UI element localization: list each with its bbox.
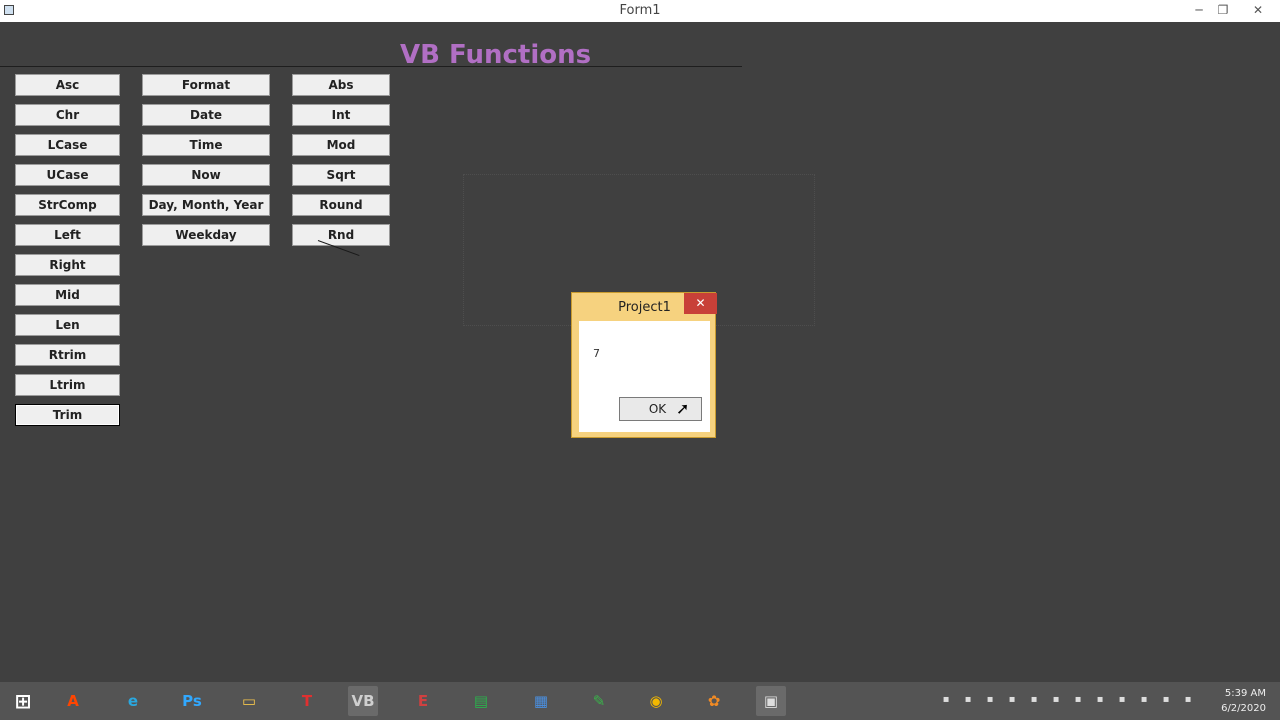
lcase-button[interactable]: LCase bbox=[15, 134, 120, 156]
chr-button[interactable]: Chr bbox=[15, 104, 120, 126]
document-icon[interactable]: ▦ bbox=[526, 686, 556, 716]
paint-app-icon[interactable]: ✿ bbox=[699, 686, 729, 716]
left-button[interactable]: Left bbox=[15, 224, 120, 246]
mid-button[interactable]: Mid bbox=[15, 284, 120, 306]
mouse-cursor-icon: ➚ bbox=[676, 399, 690, 418]
clock-date: 6/2/2020 bbox=[1221, 703, 1266, 714]
message-box: Project1 ✕ 7 OK bbox=[571, 292, 717, 438]
sqrt-button[interactable]: Sqrt bbox=[292, 164, 390, 186]
window-title-bar: Form1 ─ ❐ ✕ bbox=[0, 0, 1280, 22]
round-button[interactable]: Round bbox=[292, 194, 390, 216]
tally-icon[interactable]: T bbox=[292, 686, 322, 716]
tray-icon[interactable]: ▪ bbox=[1050, 694, 1062, 706]
time-button[interactable]: Time bbox=[142, 134, 270, 156]
abs-button[interactable]: Abs bbox=[292, 74, 390, 96]
message-text: 7 bbox=[593, 347, 600, 360]
strcomp-button[interactable]: StrComp bbox=[15, 194, 120, 216]
store-icon[interactable]: ▤ bbox=[466, 686, 496, 716]
green-app-icon[interactable]: ✎ bbox=[584, 686, 614, 716]
message-box-close-button[interactable]: ✕ bbox=[684, 293, 717, 314]
day-month-year-button[interactable]: Day, Month, Year bbox=[142, 194, 270, 216]
clock[interactable]: 5:39 AM 6/2/2020 bbox=[1221, 686, 1266, 716]
screen-recorder-icon[interactable]: ▣ bbox=[756, 686, 786, 716]
tray-icon[interactable]: ▪ bbox=[1028, 694, 1040, 706]
tray-icon[interactable]: ▪ bbox=[940, 694, 952, 706]
heading-underline bbox=[0, 66, 742, 67]
restore-button[interactable]: ❐ bbox=[1208, 0, 1238, 22]
mod-button[interactable]: Mod bbox=[292, 134, 390, 156]
tray-icon[interactable]: ▪ bbox=[1006, 694, 1018, 706]
tray-icon[interactable]: ▪ bbox=[1138, 694, 1150, 706]
clock-time: 5:39 AM bbox=[1224, 688, 1266, 699]
photoshop-icon[interactable]: Ps bbox=[177, 686, 207, 716]
weekday-button[interactable]: Weekday bbox=[142, 224, 270, 246]
start-button[interactable]: ⊞ bbox=[8, 686, 38, 716]
tray-icon[interactable]: ▪ bbox=[1160, 694, 1172, 706]
date-button[interactable]: Date bbox=[142, 104, 270, 126]
int-button[interactable]: Int bbox=[292, 104, 390, 126]
tray-icon[interactable]: ▪ bbox=[962, 694, 974, 706]
ucase-button[interactable]: UCase bbox=[15, 164, 120, 186]
tray-icon[interactable]: ▪ bbox=[1116, 694, 1128, 706]
internet-explorer-icon[interactable]: e bbox=[118, 686, 148, 716]
len-button[interactable]: Len bbox=[15, 314, 120, 336]
tray-icon[interactable]: ▪ bbox=[1094, 694, 1106, 706]
tally-erp-icon[interactable]: E bbox=[408, 686, 438, 716]
tray-icon[interactable]: ▪ bbox=[1072, 694, 1084, 706]
asc-button[interactable]: Asc bbox=[15, 74, 120, 96]
ltrim-button[interactable]: Ltrim bbox=[15, 374, 120, 396]
trim-button[interactable]: Trim bbox=[15, 404, 120, 426]
ok-button[interactable]: OK bbox=[619, 397, 702, 421]
rtrim-button[interactable]: Rtrim bbox=[15, 344, 120, 366]
rnd-button[interactable]: Rnd bbox=[292, 224, 390, 246]
visual-basic-icon[interactable]: VB bbox=[348, 686, 378, 716]
tray-icon[interactable]: ▪ bbox=[1182, 694, 1194, 706]
chrome-icon[interactable]: ◉ bbox=[641, 686, 671, 716]
close-button[interactable]: ✕ bbox=[1243, 0, 1273, 22]
tray-icon[interactable]: ▪ bbox=[984, 694, 996, 706]
window-title: Form1 bbox=[619, 3, 661, 18]
message-box-body: 7 OK bbox=[579, 321, 710, 432]
format-button[interactable]: Format bbox=[142, 74, 270, 96]
now-button[interactable]: Now bbox=[142, 164, 270, 186]
adobe-a-icon[interactable]: A bbox=[58, 686, 88, 716]
taskbar: ⊞ Ae Ps ▭ T VB E ▤ ▦ ✎ ◉ ✿ ▣ ▪ ▪ ▪ ▪ ▪ ▪ ▪ ▪ ▪ ▪ ▪ ▪ 5:39 AM 6… bbox=[0, 682, 1280, 720]
right-button[interactable]: Right bbox=[15, 254, 120, 276]
file-explorer-icon[interactable]: ▭ bbox=[234, 686, 264, 716]
